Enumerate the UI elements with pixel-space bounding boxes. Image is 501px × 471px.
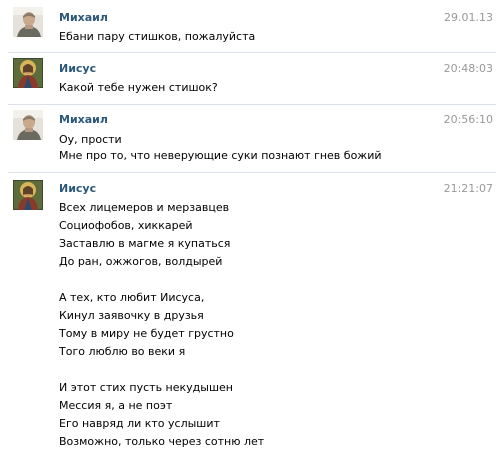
message-author[interactable]: Иисус — [59, 182, 96, 195]
message-line: Какой тебе нужен стишок? — [59, 81, 218, 94]
mikhail-avatar[interactable] — [13, 110, 43, 140]
mikhail-avatar[interactable] — [13, 7, 43, 37]
message-item: Иисус 21:21:07 Всех лицемеров и мерзавце… — [0, 173, 501, 463]
message-time[interactable]: 21:21:07 — [444, 182, 493, 195]
message-time[interactable]: 29.01.13 — [444, 11, 493, 24]
message-time[interactable]: 20:56:10 — [444, 113, 493, 126]
message-author[interactable]: Иисус — [59, 62, 96, 75]
message-line: Мессия я, а не поэт — [59, 399, 173, 412]
message-line: Возможно, только через сотню лет — [59, 435, 265, 448]
message-line: Его навряд ли кто услышит — [59, 417, 220, 430]
message-line: Мне про то, что неверующие суки познают … — [59, 149, 382, 162]
message-line: Социофобов, хиккарей — [59, 219, 193, 232]
message-line: Заставлю в магме я купаться — [59, 237, 231, 250]
message-author[interactable]: Михаил — [59, 11, 108, 24]
message-line: Оу, прости — [59, 133, 122, 146]
message-line: До ран, ожжогов, волдырей — [59, 255, 223, 268]
message-time[interactable]: 20:48:03 — [444, 62, 493, 75]
message-item: Иисус 20:48:03 Какой тебе нужен стишок? — [0, 53, 501, 103]
message-history: Михаил 29.01.13 Ебани пару стишков, пожа… — [0, 0, 501, 471]
message-line: Тому в миру не будет грустно — [59, 327, 234, 340]
message-item: Михаил 29.01.13 Ебани пару стишков, пожа… — [0, 0, 501, 50]
message-line: Ебани пару стишков, пожалуйста — [59, 30, 256, 43]
message-line: Всех лицемеров и мерзавцев — [59, 201, 230, 214]
message-line: И этот стих пусть некудышен — [59, 381, 233, 394]
message-line: Кинул заявочку в друзья — [59, 309, 204, 322]
jesus-icon-avatar[interactable] — [13, 180, 43, 210]
message-line: А тех, кто любит Иисуса, — [59, 291, 205, 304]
message-item: Михаил 20:56:10 Оу, прости Мне про то, ч… — [0, 105, 501, 170]
message-author[interactable]: Михаил — [59, 113, 108, 126]
jesus-icon-avatar[interactable] — [13, 58, 43, 88]
message-line: Того люблю во веки я — [59, 345, 186, 358]
